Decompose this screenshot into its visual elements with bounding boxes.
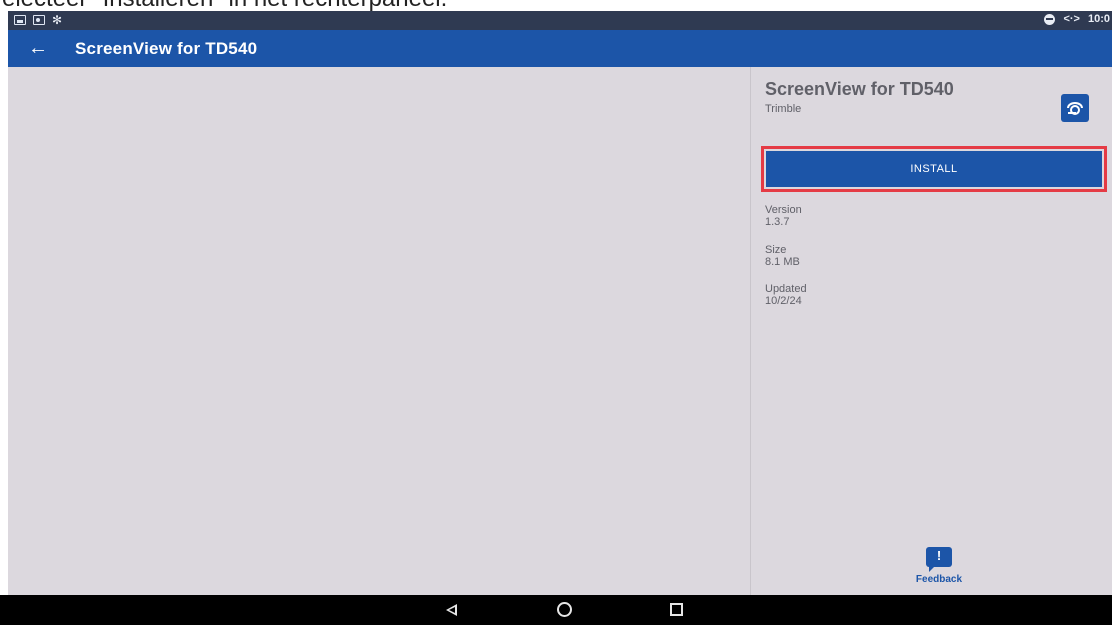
updated-info: Updated 10/2/24 xyxy=(765,283,807,307)
settings-notification-icon: ✻ xyxy=(52,13,63,27)
feedback-icon: ! xyxy=(926,547,952,572)
do-not-disturb-icon xyxy=(1044,13,1056,25)
app-name: ScreenView for TD540 xyxy=(765,79,954,99)
image-notification-icon xyxy=(14,15,26,25)
app-preview-area xyxy=(8,67,750,595)
updated-value: 10/2/24 xyxy=(765,295,802,307)
feedback-button[interactable]: ! Feedback xyxy=(909,547,969,585)
updated-label: Updated xyxy=(765,283,807,295)
size-label: Size xyxy=(765,244,787,256)
app-icon xyxy=(1061,94,1089,122)
navigation-bar xyxy=(0,595,1112,625)
clock: 10:0 xyxy=(1087,13,1110,25)
install-button[interactable]: INSTALL xyxy=(766,151,1102,187)
size-info: Size 8.1 MB xyxy=(765,244,800,268)
version-value: 1.3.7 xyxy=(765,216,790,228)
back-arrow-icon[interactable]: ← xyxy=(28,36,48,60)
nav-home-icon[interactable] xyxy=(557,602,572,617)
media-notification-icon xyxy=(33,15,45,25)
feedback-label: Feedback xyxy=(915,574,963,585)
nav-recents-icon[interactable] xyxy=(670,603,683,616)
size-value: 8.1 MB xyxy=(765,256,800,268)
page-title: ScreenView for TD540 xyxy=(75,39,258,58)
data-sync-icon: <·> xyxy=(1063,13,1080,25)
nav-back-icon[interactable] xyxy=(446,604,457,616)
app-bar: ← ScreenView for TD540 xyxy=(8,30,1112,67)
version-info: Version 1.3.7 xyxy=(765,204,802,228)
app-detail-panel: ScreenView for TD540 Trimble INSTALL Ver… xyxy=(751,67,1112,595)
publisher-name: Trimble xyxy=(765,103,802,115)
screenview-logo-icon xyxy=(1067,102,1083,115)
status-bar: ✻ <·> 10:0 xyxy=(8,11,1112,30)
install-highlight: INSTALL xyxy=(761,146,1107,192)
version-label: Version xyxy=(765,204,802,216)
